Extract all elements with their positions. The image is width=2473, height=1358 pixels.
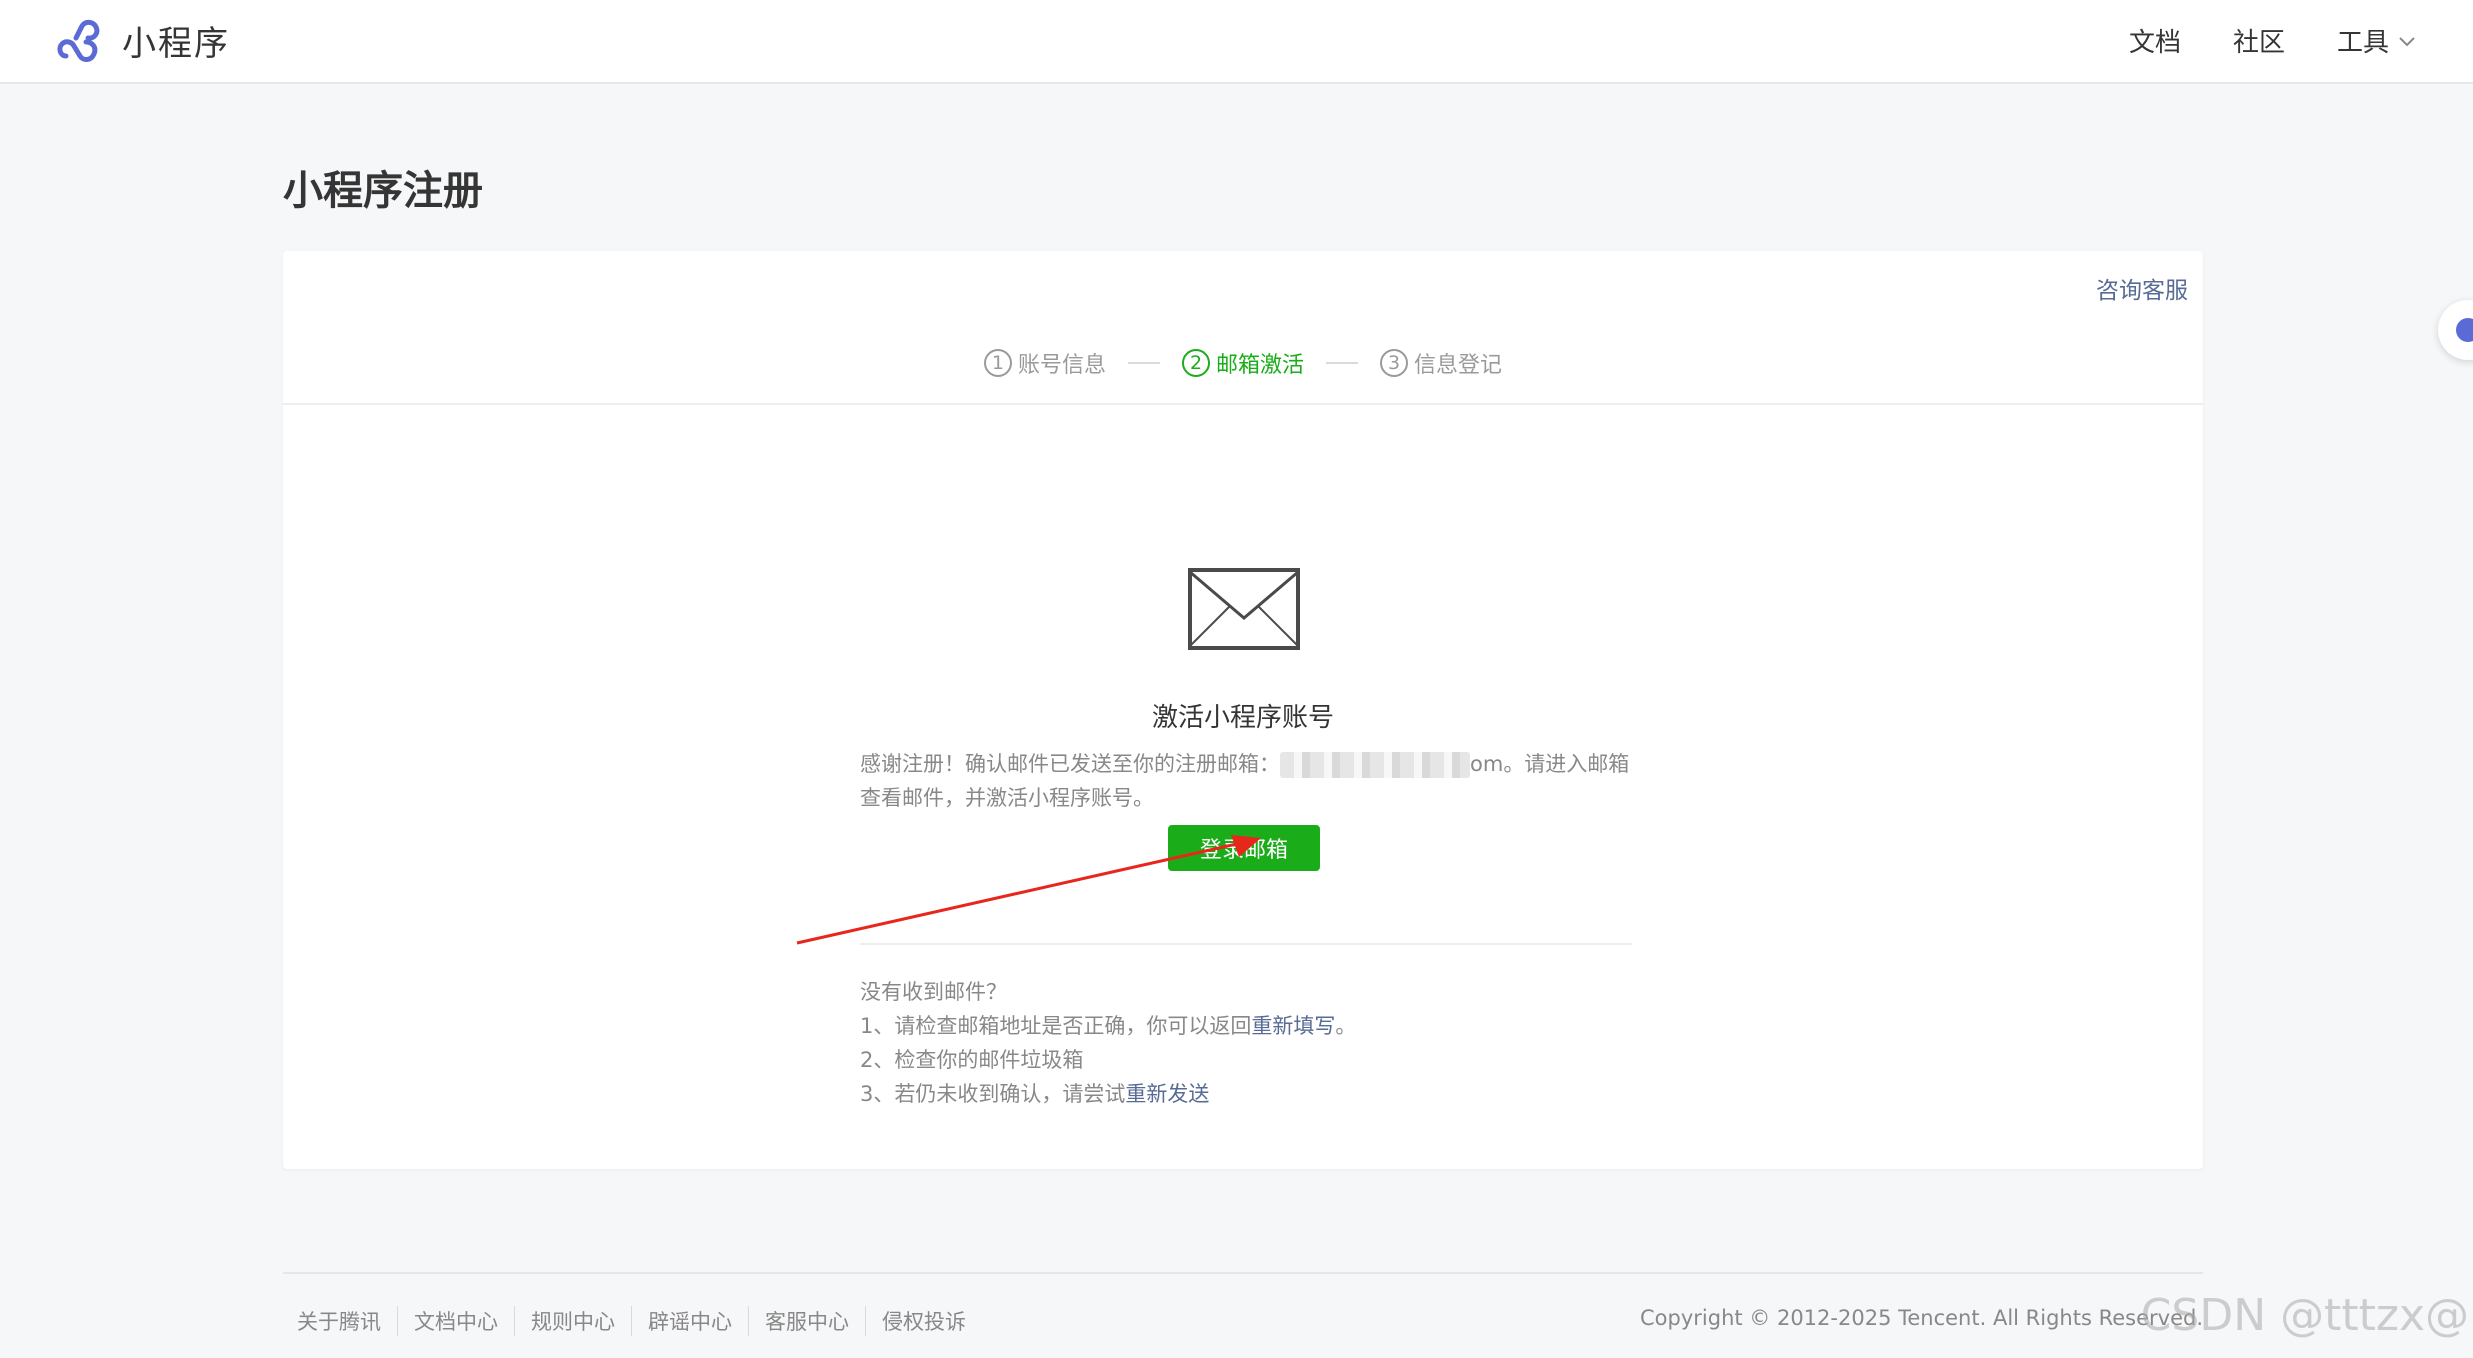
registration-panel: 咨询客服 1 账号信息 2 邮箱激活 3 信息登记 激活小程序账号 感谢注册！确… — [283, 251, 2203, 1169]
step-separator — [1127, 362, 1160, 364]
top-nav: 文档 社区 工具 — [2077, 22, 2417, 59]
floating-help-widget[interactable] — [2438, 300, 2473, 360]
refill-link[interactable]: 重新填写 — [1251, 1014, 1335, 1038]
step-account-info: 1 账号信息 — [983, 347, 1106, 379]
help-line-1-text: 1、请检查邮箱地址是否正确，你可以返回 — [860, 1014, 1252, 1038]
footer-link-about[interactable]: 关于腾讯 — [283, 1306, 397, 1336]
activation-description: 感谢注册！确认邮件已发送至你的注册邮箱： om。请进入邮箱查看邮件，并激活小程序账… — [860, 747, 1632, 815]
consult-service-link[interactable]: 咨询客服 — [2096, 271, 2188, 305]
resend-link[interactable]: 重新发送 — [1125, 1082, 1209, 1106]
nav-tools-label: 工具 — [2336, 28, 2389, 58]
masked-email — [1280, 752, 1470, 778]
step-number: 3 — [1380, 349, 1408, 377]
help-section: 没有收到邮件？ 1、请检查邮箱地址是否正确，你可以返回重新填写。 2、检查你的邮… — [860, 975, 1356, 1111]
footer-link-infringement[interactable]: 侵权投诉 — [865, 1306, 982, 1336]
footer-link-rumors[interactable]: 辟谣中心 — [631, 1306, 748, 1336]
help-title: 没有收到邮件？ — [860, 980, 1007, 1004]
copyright: Copyright © 2012-2025 Tencent. All Right… — [1640, 1306, 2203, 1330]
activation-title: 激活小程序账号 — [1151, 703, 1334, 733]
step-label: 邮箱激活 — [1215, 353, 1304, 378]
step-indicator: 1 账号信息 2 邮箱激活 3 信息登记 — [283, 347, 2203, 379]
brand[interactable]: 小程序 — [56, 16, 230, 65]
nav-community[interactable]: 社区 — [2233, 22, 2285, 59]
step-info-registration: 3 信息登记 — [1380, 347, 1502, 379]
red-arrow-annotation — [796, 835, 1261, 945]
brand-name: 小程序 — [122, 24, 230, 64]
step-label: 账号信息 — [1017, 353, 1106, 378]
top-bar: 小程序 文档 社区 工具 — [0, 0, 2473, 84]
desc-prefix: 感谢注册！确认邮件已发送至你的注册邮箱： — [860, 752, 1280, 776]
envelope-icon — [1188, 568, 1300, 650]
footer-link-service[interactable]: 客服中心 — [748, 1306, 865, 1336]
email-suffix: om — [1470, 752, 1504, 776]
page-title: 小程序注册 — [283, 168, 483, 214]
footer-links: 关于腾讯 文档中心 规则中心 辟谣中心 客服中心 侵权投诉 — [283, 1306, 982, 1336]
assistant-icon — [2456, 318, 2473, 342]
footer-link-rules[interactable]: 规则中心 — [514, 1306, 631, 1336]
chevron-down-icon — [2399, 36, 2415, 46]
step-number: 2 — [1181, 349, 1210, 377]
divider — [860, 943, 1632, 945]
footer-divider — [283, 1272, 2203, 1274]
nav-docs[interactable]: 文档 — [2129, 22, 2181, 59]
step-label: 信息登记 — [1414, 353, 1503, 378]
footer-link-docs[interactable]: 文档中心 — [397, 1306, 514, 1336]
step-separator — [1326, 362, 1358, 364]
divider — [283, 403, 2203, 405]
help-line-1-suffix: 。 — [1335, 1014, 1357, 1038]
help-line-3: 3、若仍未收到确认，请尝试重新发送 — [860, 1077, 1356, 1111]
nav-tools[interactable]: 工具 — [2337, 22, 2417, 59]
help-line-1: 1、请检查邮箱地址是否正确，你可以返回重新填写。 — [860, 1009, 1356, 1043]
miniprogram-logo-icon — [57, 19, 100, 62]
help-line-2: 2、检查你的邮件垃圾箱 — [860, 1048, 1084, 1072]
step-number: 1 — [983, 349, 1012, 377]
watermark: CSDN @tttzx@ — [2140, 1290, 2469, 1341]
help-line-3-text: 3、若仍未收到确认，请尝试 — [860, 1082, 1126, 1106]
step-email-activation: 2 邮箱激活 — [1181, 347, 1304, 379]
